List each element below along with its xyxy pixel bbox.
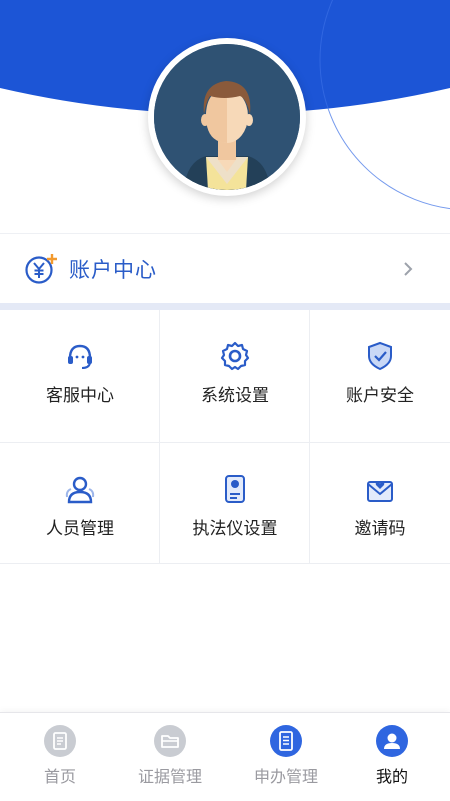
tab-mine[interactable]: 我的 — [336, 713, 448, 801]
yen-plus-icon — [24, 251, 60, 287]
bottom-tab-bar: 首页 证据管理 申办管理 我的 — [0, 712, 450, 801]
tab-home[interactable]: 首页 — [4, 713, 116, 801]
account-center-label: 账户中心 — [69, 258, 157, 282]
tab-label: 首页 — [43, 767, 76, 786]
menu-item-label: 账户安全 — [346, 386, 414, 406]
recorder-icon — [219, 473, 251, 505]
shield-check-icon — [364, 340, 396, 372]
home-doc-icon — [44, 725, 76, 757]
section-divider — [0, 303, 450, 310]
folder-icon — [154, 725, 186, 757]
tab-evidence-management[interactable]: 证据管理 — [114, 713, 226, 801]
gear-icon — [219, 340, 251, 372]
avatar[interactable] — [148, 38, 306, 196]
people-icon — [64, 473, 96, 505]
chevron-right-icon — [400, 260, 416, 278]
document-list-icon — [270, 725, 302, 757]
tab-label: 申办管理 — [253, 767, 318, 786]
menu-item-personnel-management[interactable]: 人员管理 — [0, 443, 160, 563]
menu-item-account-security[interactable]: 账户安全 — [310, 310, 450, 442]
envelope-heart-icon — [364, 473, 396, 505]
menu-item-label: 客服中心 — [46, 386, 114, 406]
grid-divider — [0, 563, 450, 564]
menu-item-label: 系统设置 — [201, 386, 269, 406]
tab-application-management[interactable]: 申办管理 — [230, 713, 342, 801]
menu-item-label: 邀请码 — [354, 519, 406, 539]
tab-label: 证据管理 — [137, 767, 202, 786]
account-center-row[interactable]: 账户中心 — [0, 233, 450, 304]
menu-item-recorder-settings[interactable]: 执法仪设置 — [160, 443, 310, 563]
user-avatar-illustration — [154, 44, 300, 190]
user-icon — [376, 725, 408, 757]
menu-item-label: 人员管理 — [46, 519, 114, 539]
menu-grid: 客服中心 系统设置 账户安全 人员管理 执法仪设置 邀请码 — [0, 310, 450, 564]
menu-item-invite-code[interactable]: 邀请码 — [310, 443, 450, 563]
menu-item-label: 执法仪设置 — [192, 519, 278, 539]
headset-icon — [64, 340, 96, 372]
menu-item-customer-service[interactable]: 客服中心 — [0, 310, 160, 442]
menu-item-system-settings[interactable]: 系统设置 — [160, 310, 310, 442]
tab-label: 我的 — [375, 767, 408, 786]
